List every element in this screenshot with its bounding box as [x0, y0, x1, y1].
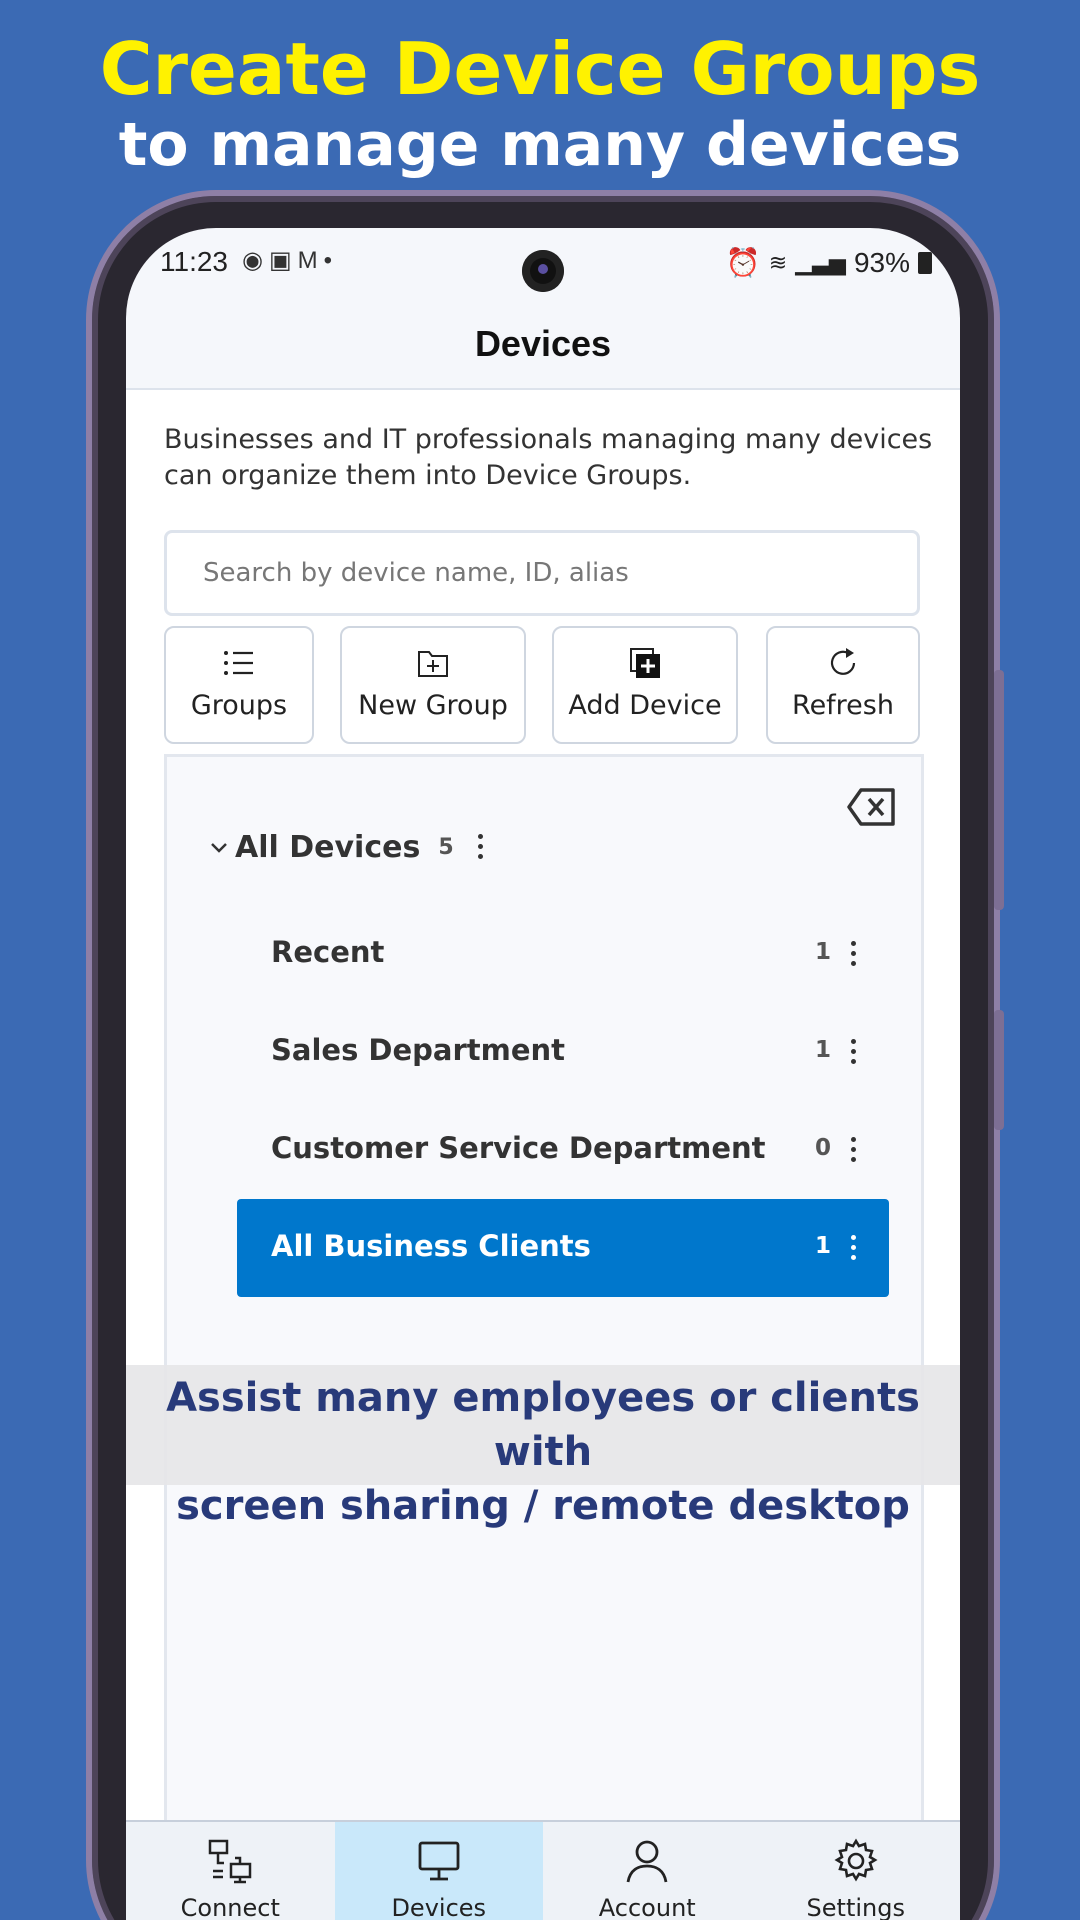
group-name: Recent	[271, 935, 385, 969]
more-notifications-dot-icon: •	[323, 247, 339, 274]
nav-item-account[interactable]: Account	[543, 1822, 752, 1920]
tree-root-label: All Devices	[235, 829, 421, 865]
monitor-icon	[418, 1841, 460, 1881]
wifi-icon: ≋	[768, 249, 788, 275]
nav-item-connect[interactable]: Connect	[126, 1822, 335, 1920]
nav-item-devices[interactable]: Devices	[334, 1822, 543, 1920]
group-count: 1	[814, 1037, 831, 1063]
group-count: 1	[814, 939, 831, 965]
chevron-down-icon[interactable]	[209, 837, 229, 857]
front-camera	[522, 250, 564, 292]
nav-label: Account	[598, 1894, 696, 1920]
tree-root-all-devices[interactable]: All Devices 5	[209, 817, 484, 877]
refresh-button[interactable]: Refresh	[766, 626, 920, 744]
new-group-button[interactable]: New Group	[340, 626, 526, 744]
groups-button[interactable]: Groups	[164, 626, 314, 744]
battery-icon	[918, 251, 932, 274]
more-vert-icon[interactable]	[851, 1235, 857, 1261]
more-vert-icon[interactable]	[851, 1039, 857, 1065]
refresh-button-label: Refresh	[792, 690, 894, 721]
main-content: Businesses and IT professionals managing…	[126, 390, 960, 1834]
gear-icon	[834, 1838, 878, 1882]
page-title: Devices	[474, 323, 612, 364]
promo-banner: Assist many employees or clients with sc…	[126, 1365, 960, 1529]
status-right: ⏰ ≋ ▁▃▅ 93%	[726, 246, 932, 279]
nav-label: Settings	[806, 1894, 905, 1920]
app-header: Devices	[126, 298, 960, 390]
search-box[interactable]	[164, 530, 920, 616]
more-vert-icon[interactable]	[851, 1137, 857, 1163]
add-square-icon	[630, 648, 660, 678]
nav-item-settings[interactable]: Settings	[752, 1822, 961, 1920]
group-name: All Business Clients	[271, 1229, 591, 1263]
intro-text: Businesses and IT professionals managing…	[164, 424, 933, 491]
app-notification-icon: ◉	[242, 247, 269, 274]
image-notification-icon: ▣	[268, 247, 298, 274]
device-groups-panel: All Devices 5 Recent 1 Sales Department …	[164, 754, 924, 1834]
group-item-all-business-clients[interactable]: All Business Clients 1	[237, 1199, 889, 1297]
person-icon	[626, 1840, 668, 1883]
status-bar: 11:23 ◉▣M• ⏰ ≋ ▁▃▅ 93%	[126, 228, 960, 298]
refresh-icon	[830, 648, 856, 675]
bottom-navigation: Connect Devices Account Settings	[126, 1820, 960, 1920]
close-panel-icon[interactable]	[847, 787, 897, 827]
promo-headline-line1: Create Device Groups	[99, 27, 981, 111]
list-icon	[224, 651, 253, 675]
group-item-customer-service[interactable]: Customer Service Department 0	[237, 1101, 889, 1199]
promo-banner-line1: Assist many employees or clients with	[166, 1375, 920, 1475]
phone-volume-button	[994, 670, 1004, 910]
more-vert-icon[interactable]	[477, 834, 484, 860]
phone-screen: 11:23 ◉▣M• ⏰ ≋ ▁▃▅ 93% Devices Businesse…	[126, 228, 960, 1920]
group-name: Customer Service Department	[271, 1131, 766, 1165]
groups-button-label: Groups	[190, 690, 288, 721]
tree-root-count: 5	[438, 834, 454, 860]
group-item-sales-department[interactable]: Sales Department 1	[237, 1003, 889, 1101]
status-time: 11:23	[160, 246, 228, 277]
group-count: 1	[814, 1233, 831, 1259]
notification-icons: ◉▣M•	[242, 246, 338, 275]
new-group-button-label: New Group	[358, 690, 508, 721]
promo-banner-line2: screen sharing / remote desktop	[176, 1483, 910, 1529]
group-item-recent[interactable]: Recent 1	[237, 905, 889, 1003]
signal-icon: ▁▃▅	[795, 249, 846, 275]
nav-label: Devices	[391, 1894, 487, 1920]
connect-icon	[209, 1839, 252, 1884]
phone-power-button	[994, 1010, 1004, 1130]
folder-plus-icon	[418, 651, 448, 677]
nav-label: Connect	[180, 1894, 280, 1920]
battery-level: 93%	[853, 246, 910, 278]
add-device-button-label: Add Device	[568, 690, 722, 721]
promo-headline: Create Device Groups to manage many devi…	[0, 28, 1080, 180]
promo-headline-line2: to manage many devices	[118, 110, 962, 180]
search-input[interactable]	[203, 533, 881, 613]
group-count: 0	[814, 1135, 831, 1161]
group-name: Sales Department	[271, 1033, 566, 1067]
gmail-icon: M	[297, 247, 324, 274]
add-device-button[interactable]: Add Device	[552, 626, 738, 744]
alarm-icon: ⏰	[725, 247, 761, 278]
more-vert-icon[interactable]	[851, 941, 857, 967]
